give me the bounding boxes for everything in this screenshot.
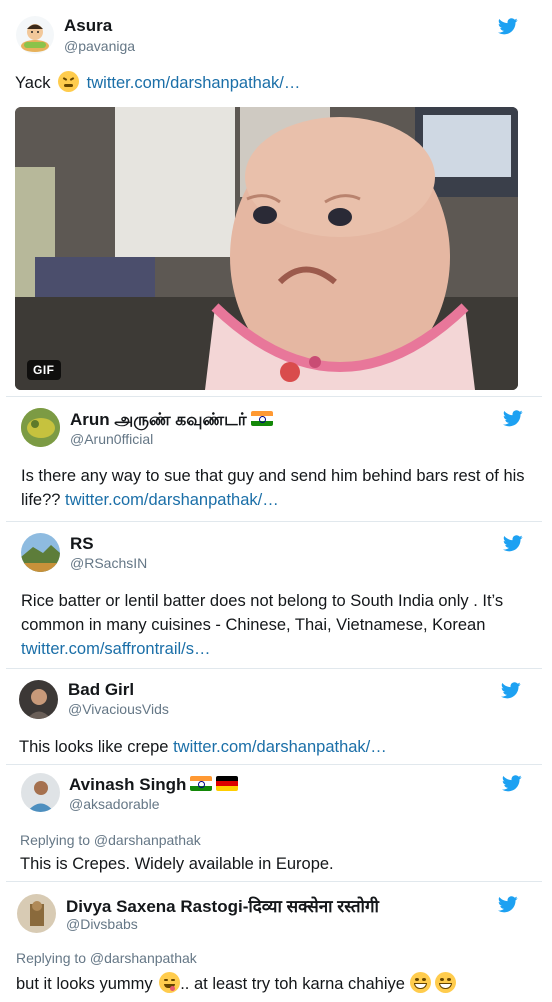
india-flag-icon (190, 776, 213, 791)
tweet-text-body: Yack (15, 74, 51, 92)
twitter-bird-icon[interactable] (503, 410, 523, 427)
india-flag-icon (250, 411, 273, 426)
tweet-text: This looks like crepe twitter.com/darsha… (19, 735, 529, 759)
tweet-text-body: This looks like crepe (19, 738, 169, 756)
twitter-bird-icon[interactable] (498, 18, 518, 35)
display-name[interactable]: Arun அருண் கவுண்டர் (70, 410, 273, 432)
twitter-bird-icon[interactable] (503, 535, 523, 552)
grinning-face-emoji-icon (409, 972, 431, 993)
display-name[interactable]: Avinash Singh (69, 775, 239, 795)
divider (6, 881, 542, 882)
tweet-text: but it looks yummy .. at least try toh k… (16, 972, 536, 996)
tweet-asura: Asura @pavaniga Yack twitter.com/darshan… (0, 0, 552, 400)
baby-gif-image (15, 107, 518, 390)
grinning-face-emoji-icon (435, 972, 457, 993)
photo-avatar-icon (21, 408, 60, 447)
tweet-link[interactable]: twitter.com/darshanpathak/… (65, 491, 279, 509)
tweet-rs: RS @RSachsIN Rice batter or lentil batte… (0, 523, 552, 668)
germany-flag-icon (216, 776, 239, 791)
twitter-bird-icon[interactable] (502, 775, 522, 792)
twitter-bird-icon[interactable] (498, 896, 518, 913)
tweet-text: Yack twitter.com/darshanpathak/… (15, 71, 535, 95)
avatar[interactable] (21, 533, 60, 572)
display-name-text: Avinash Singh (69, 775, 187, 794)
tweet-divya: Divya Saxena Rastogi-दिव्या सक्सेना रस्त… (0, 883, 552, 1002)
handle[interactable]: @VivaciousVids (68, 701, 169, 717)
display-name[interactable]: Asura (64, 16, 112, 36)
handle[interactable]: @Divsbabs (66, 916, 138, 932)
handle[interactable]: @aksadorable (69, 796, 160, 812)
yum-face-emoji-icon (159, 972, 181, 993)
tweet-link[interactable]: twitter.com/darshanpathak/… (173, 738, 387, 756)
handle[interactable]: @pavaniga (64, 38, 135, 54)
divider (6, 521, 542, 522)
tweet-text: Is there any way to sue that guy and sen… (21, 464, 526, 512)
photo-avatar-icon (17, 894, 56, 933)
display-name[interactable]: RS (70, 534, 94, 554)
tweet-link[interactable]: twitter.com/darshanpathak/… (87, 74, 301, 92)
tweet-bad-girl: Bad Girl @VivaciousVids This looks like … (0, 670, 552, 766)
photo-avatar-icon (21, 773, 60, 812)
handle[interactable]: @RSachsIN (70, 555, 147, 571)
landscape-avatar-icon (21, 533, 60, 572)
avatar[interactable] (16, 16, 54, 54)
tweet-arun: Arun அருண் கவுண்டர் @Arun0fficial Is the… (0, 398, 552, 516)
avatar[interactable] (21, 773, 60, 812)
display-name-text: Arun அருண் கவுண்டர் (70, 410, 247, 429)
gif-media[interactable]: GIF (15, 107, 518, 390)
reply-context[interactable]: Replying to @darshanpathak (16, 950, 197, 966)
tweet-link[interactable]: twitter.com/saffrontrail/s… (21, 640, 211, 658)
reply-context[interactable]: Replying to @darshanpathak (20, 832, 201, 848)
avatar[interactable] (21, 408, 60, 447)
display-name[interactable]: Divya Saxena Rastogi-दिव्या सक्सेना रस्त… (66, 894, 379, 917)
gif-badge: GIF (27, 360, 61, 380)
tweet-text-part-2: .. at least try toh karna chahiye (180, 975, 405, 993)
divider (6, 764, 542, 765)
divider (6, 396, 542, 397)
tweet-text: This is Crepes. Widely available in Euro… (20, 855, 334, 873)
tweet-text-part-1: but it looks yummy (16, 975, 153, 993)
divider (6, 668, 542, 669)
handle[interactable]: @Arun0fficial (70, 431, 153, 447)
tweet-text: Rice batter or lentil batter does not be… (21, 589, 531, 661)
display-name[interactable]: Bad Girl (68, 680, 134, 700)
tweet-avinash-singh: Avinash Singh @aksadorable Replying to @… (0, 766, 552, 881)
persevering-face-emoji-icon (58, 71, 80, 92)
cartoon-avatar-icon (21, 24, 49, 52)
avatar[interactable] (19, 680, 58, 719)
tweet-text-body: Rice batter or lentil batter does not be… (21, 592, 504, 634)
photo-avatar-icon (19, 680, 58, 719)
twitter-bird-icon[interactable] (501, 682, 521, 699)
avatar[interactable] (17, 894, 56, 933)
